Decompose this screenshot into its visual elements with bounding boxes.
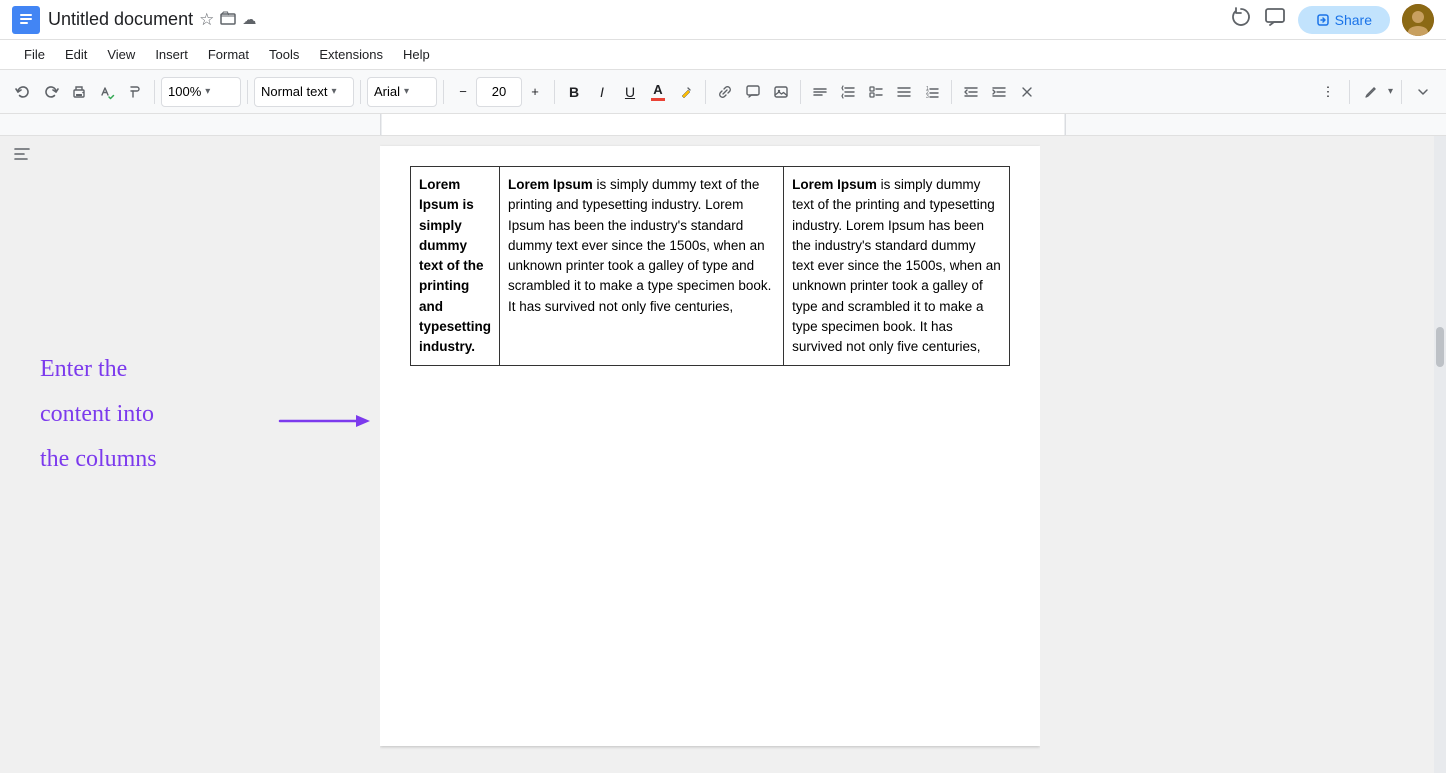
app-icon	[12, 6, 40, 34]
col1-cell[interactable]: Lorem Ipsum is simply dummy text of the …	[411, 167, 500, 366]
checklist-button[interactable]	[863, 77, 889, 107]
style-select[interactable]: Normal text ▾	[254, 77, 354, 107]
toolbar: 100% ▾ Normal text ▾ Arial ▾ − 20 + B I …	[0, 70, 1446, 114]
font-chevron: ▾	[404, 86, 409, 97]
menu-help[interactable]: Help	[395, 45, 438, 64]
annotation: Enter the content into the columns	[30, 336, 340, 561]
spellcheck-button[interactable]	[94, 77, 120, 107]
content-table: Lorem Ipsum is simply dummy text of the …	[410, 166, 1010, 366]
divider-7	[800, 80, 801, 104]
underline-button[interactable]: U	[617, 77, 643, 107]
doc-area: Lorem Ipsum is simply dummy text of the …	[380, 136, 1040, 773]
ruler	[0, 114, 1446, 136]
clear-formatting-button[interactable]	[1014, 77, 1040, 107]
menu-format[interactable]: Format	[200, 45, 257, 64]
avatar[interactable]	[1402, 4, 1434, 36]
undo-button[interactable]	[10, 77, 36, 107]
scrollbar-thumb[interactable]	[1436, 327, 1444, 367]
zoom-select[interactable]: 100% ▾	[161, 77, 241, 107]
pen-tool-button[interactable]	[1358, 77, 1384, 107]
increase-font-size[interactable]: +	[522, 77, 548, 107]
col3-cell[interactable]: Lorem Ipsum is simply dummy text of the …	[784, 167, 1010, 366]
title-bar: Untitled document ☆ ☁ Share	[0, 0, 1446, 40]
divider-10	[1401, 80, 1402, 104]
paint-format-button[interactable]	[122, 77, 148, 107]
image-button[interactable]	[768, 77, 794, 107]
line-spacing-button[interactable]	[835, 77, 861, 107]
title-right: Share	[1230, 4, 1434, 36]
divider-1	[154, 80, 155, 104]
font-size-controls: − 20 +	[450, 77, 548, 107]
svg-text:Enter the: Enter the	[40, 356, 127, 382]
italic-button[interactable]: I	[589, 77, 615, 107]
link-button[interactable]	[712, 77, 738, 107]
right-panel	[1040, 136, 1446, 773]
left-panel: Enter the content into the columns	[0, 136, 380, 773]
svg-text:content into: content into	[40, 401, 154, 427]
menu-edit[interactable]: Edit	[57, 45, 95, 64]
menu-view[interactable]: View	[99, 45, 143, 64]
svg-text:the columns: the columns	[40, 446, 157, 472]
divider-8	[951, 80, 952, 104]
folder-icon[interactable]	[220, 10, 236, 30]
decrease-font-size[interactable]: −	[450, 77, 476, 107]
increase-indent-button[interactable]	[986, 77, 1012, 107]
text-color-button[interactable]: A	[645, 77, 671, 107]
decrease-indent-button[interactable]	[958, 77, 984, 107]
svg-text:3: 3	[926, 94, 929, 100]
print-button[interactable]	[66, 77, 92, 107]
ruler-inner	[380, 114, 1066, 135]
history-icon[interactable]	[1230, 6, 1252, 34]
align-button[interactable]	[807, 77, 833, 107]
more-options-button[interactable]: ⋮	[1315, 77, 1341, 107]
divider-6	[705, 80, 706, 104]
toolbar-right: ⋮ ▾	[1315, 77, 1436, 107]
redo-button[interactable]	[38, 77, 64, 107]
collapse-toolbar-button[interactable]	[1410, 77, 1436, 107]
col2-cell[interactable]: Lorem Ipsum is simply dummy text of the …	[500, 167, 784, 366]
share-button[interactable]: Share	[1298, 6, 1390, 34]
highlight-color-button[interactable]	[673, 77, 699, 107]
zoom-chevron: ▾	[205, 86, 210, 97]
menu-bar: File Edit View Insert Format Tools Exten…	[0, 40, 1446, 70]
menu-insert[interactable]: Insert	[147, 45, 196, 64]
divider-5	[554, 80, 555, 104]
pen-chevron[interactable]: ▾	[1388, 86, 1393, 97]
comment-insert-button[interactable]	[740, 77, 766, 107]
outline-icon[interactable]	[12, 144, 32, 169]
doc-title[interactable]: Untitled document	[48, 9, 193, 30]
divider-3	[360, 80, 361, 104]
menu-file[interactable]: File	[16, 45, 53, 64]
font-size-input[interactable]: 20	[476, 77, 522, 107]
title-center: Untitled document ☆ ☁	[48, 9, 1222, 30]
star-icon[interactable]: ☆	[199, 10, 214, 30]
style-chevron: ▾	[331, 86, 336, 97]
divider-9	[1349, 80, 1350, 104]
scrollbar[interactable]	[1434, 136, 1446, 773]
comment-icon[interactable]	[1264, 6, 1286, 34]
list-button[interactable]	[891, 77, 917, 107]
numbered-list-button[interactable]: 123	[919, 77, 945, 107]
bold-button[interactable]: B	[561, 77, 587, 107]
divider-4	[443, 80, 444, 104]
font-select[interactable]: Arial ▾	[367, 77, 437, 107]
menu-tools[interactable]: Tools	[261, 45, 307, 64]
divider-2	[247, 80, 248, 104]
menu-extensions[interactable]: Extensions	[311, 45, 391, 64]
cloud-icon: ☁	[242, 11, 256, 28]
table-row: Lorem Ipsum is simply dummy text of the …	[411, 167, 1010, 366]
doc-page: Lorem Ipsum is simply dummy text of the …	[380, 146, 1040, 746]
main-content: Enter the content into the columns Lorem…	[0, 136, 1446, 773]
